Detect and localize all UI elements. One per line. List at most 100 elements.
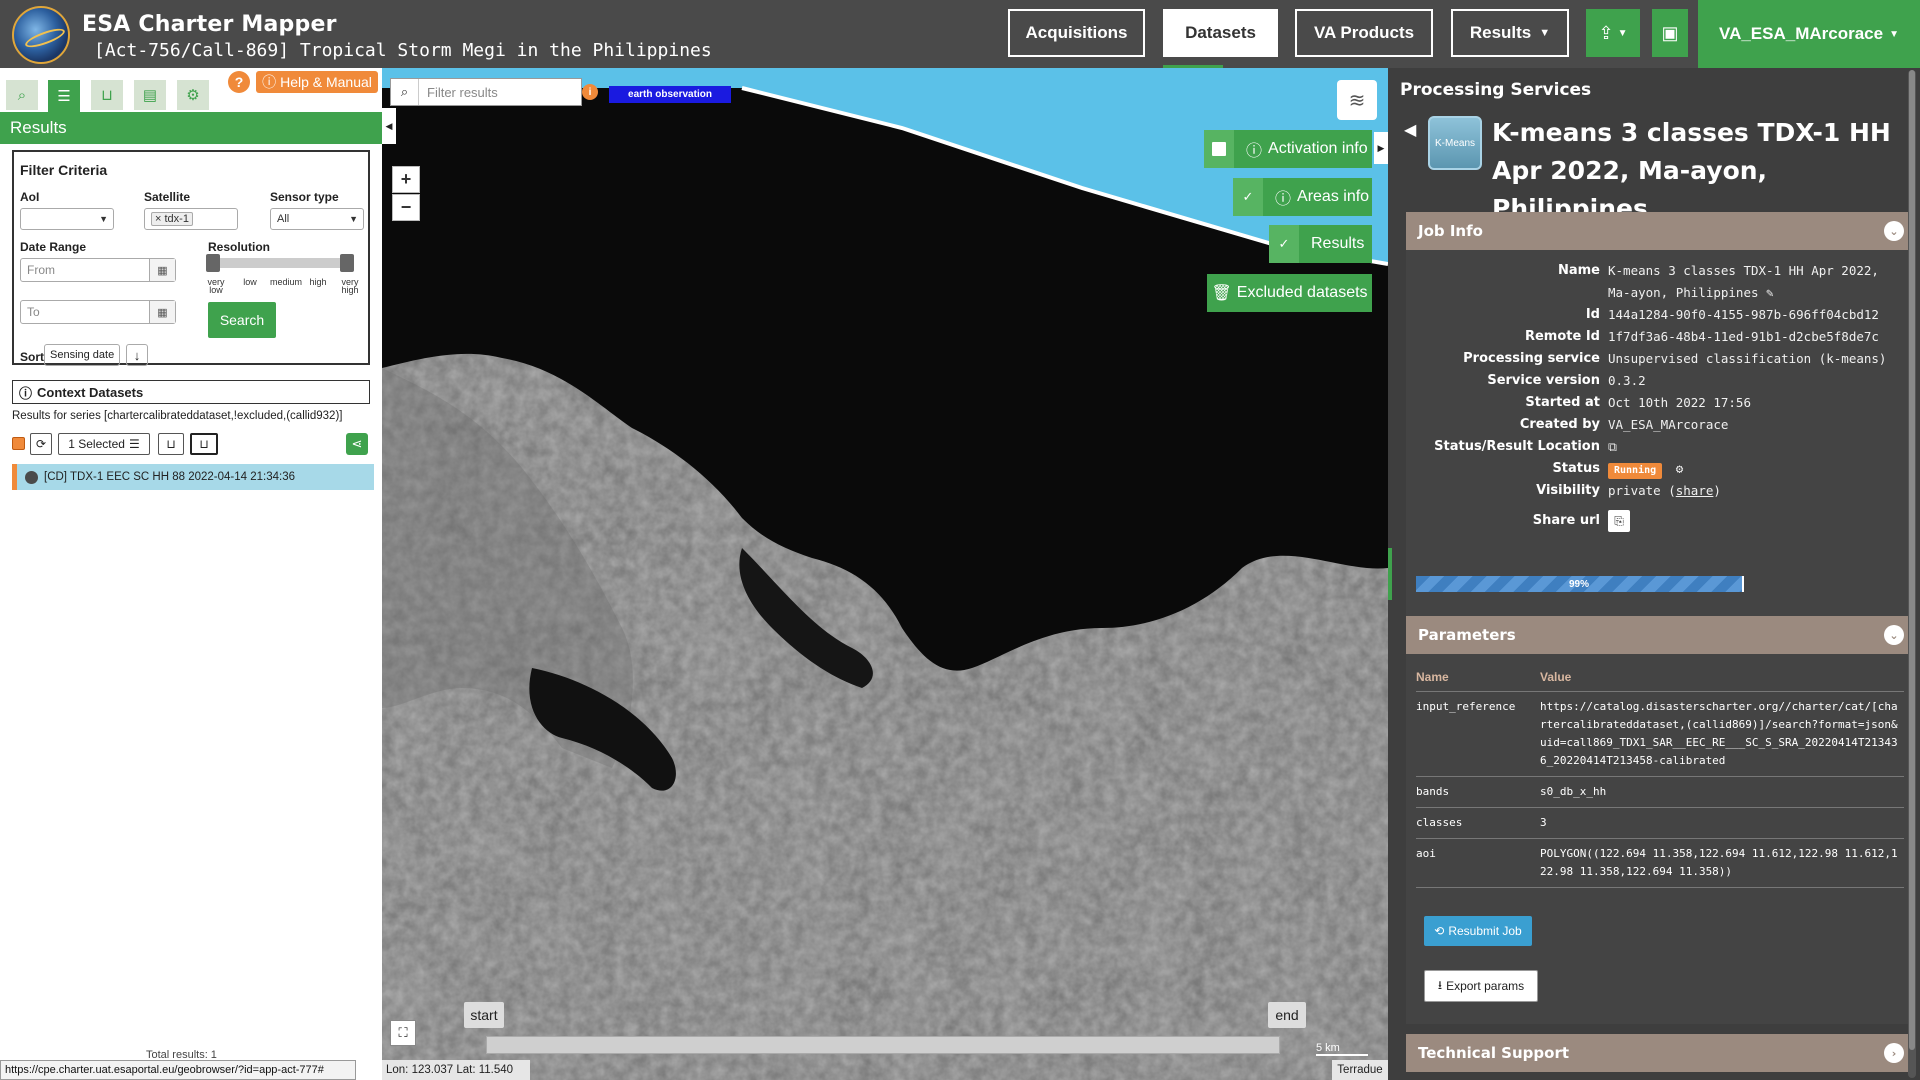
info-icon[interactable]: i — [582, 84, 598, 100]
nav-datasets[interactable]: Datasets — [1163, 9, 1278, 57]
activation-info-label: Activation info — [1268, 140, 1368, 157]
activation-info-checkbox[interactable] — [1204, 130, 1234, 168]
zoom-in-button[interactable]: + — [392, 166, 420, 193]
basket-button[interactable]: ⊔ — [190, 433, 218, 455]
resubmit-job-button[interactable]: ⟲ Resubmit Job — [1424, 916, 1532, 946]
status-bar-url: https://cpe.charter.uat.esaportal.eu/geo… — [0, 1060, 356, 1080]
timeline-start-button[interactable]: start — [464, 1002, 504, 1028]
timeline-bar[interactable] — [486, 1036, 1280, 1054]
basket-icon: ⊔ — [101, 87, 113, 104]
map-filter-input[interactable]: Filter results — [419, 85, 498, 100]
results-checkbox[interactable]: ✓ — [1269, 225, 1299, 263]
zoom-out-button[interactable]: − — [392, 194, 420, 221]
share-button[interactable]: ⋖ — [346, 433, 368, 455]
collapse-right-panel-button[interactable]: ▶ — [1374, 132, 1388, 164]
search-button[interactable]: Search — [208, 302, 276, 338]
sort-select[interactable]: Sensing date — [44, 344, 120, 366]
started-at-label: Started at — [1525, 395, 1600, 410]
share-link[interactable]: share — [1676, 483, 1714, 498]
back-caret-icon[interactable]: ◀ — [1404, 120, 1416, 140]
job-info-card: Job Info ⌄ Name K-means 3 classes TDX-1 … — [1406, 212, 1914, 664]
chevron-down-icon[interactable]: ⌄ — [1884, 221, 1904, 241]
name-label: Name — [1557, 263, 1600, 278]
esa-charter-logo[interactable] — [12, 6, 70, 64]
param-name: input_reference — [1416, 700, 1516, 713]
date-to-input[interactable]: To ▦ — [20, 300, 176, 324]
search-icon: ⌕ — [17, 86, 27, 104]
basket-tab[interactable]: ⊔ — [91, 80, 123, 110]
areas-info-checkbox[interactable]: ✓ — [1233, 178, 1263, 216]
list-item[interactable]: [CD] TDX-1 EEC SC HH 88 2022-04-14 21:34… — [12, 464, 374, 490]
help-manual-button[interactable]: ⓘ Help & Manual — [256, 71, 378, 93]
processing-service-label: Processing service — [1463, 351, 1600, 366]
resolution-slider-track[interactable] — [208, 258, 350, 268]
basket-add-icon: ⊔ — [166, 437, 176, 451]
kmeans-service-icon: K-Means — [1428, 116, 1482, 170]
satellite-select[interactable]: × tdx-1 — [144, 208, 238, 230]
technical-support-header[interactable]: Technical Support › — [1406, 1034, 1914, 1072]
job-info-header[interactable]: Job Info ⌄ — [1406, 212, 1914, 250]
archive-tab[interactable]: ▤ — [134, 80, 166, 110]
nav-acquisitions[interactable]: Acquisitions — [1008, 9, 1145, 57]
collapse-left-panel-button[interactable]: ◀ — [382, 108, 396, 144]
parameters-header[interactable]: Parameters ⌄ — [1406, 616, 1914, 654]
chevron-down-icon[interactable]: ⌄ — [1884, 625, 1904, 645]
sensor-type-select[interactable]: All ▼ — [270, 208, 364, 230]
panel-resize-handle[interactable] — [1388, 548, 1392, 600]
areas-info-toggle[interactable]: ✓ ⓘ Areas info — [1233, 178, 1372, 216]
parameters-table: Name Value input_reference https://catalo… — [1416, 664, 1904, 888]
export-params-button[interactable]: ⭳ Export params — [1424, 970, 1538, 1002]
timeline-end-button[interactable]: end — [1268, 1002, 1306, 1028]
briefcase-button[interactable]: ▣ — [1652, 9, 1688, 57]
context-datasets-header[interactable]: ⓘ Context Datasets — [12, 380, 370, 404]
upload-icon: ⇪ — [1598, 22, 1614, 43]
pencil-icon[interactable]: ✎ — [1766, 285, 1774, 300]
search-tab[interactable]: ⌕ — [6, 80, 38, 110]
select-all-checkbox[interactable] — [12, 437, 25, 450]
nav-va-products[interactable]: VA Products — [1295, 9, 1433, 57]
result-item-label: [CD] TDX-1 EEC SC HH 88 2022-04-14 21:34… — [44, 471, 295, 483]
external-link-icon[interactable]: ⧉ — [1608, 436, 1908, 458]
map-attribution[interactable]: Terradue — [1332, 1060, 1388, 1080]
gear-icon: ⚙ — [186, 87, 200, 104]
resolution-slider-min-handle[interactable] — [206, 254, 220, 272]
job-name-row: Name K-means 3 classes TDX-1 HH Apr 2022… — [1406, 260, 1914, 304]
processing-services-panel: Processing Services ◀ K-Means K-means 3 … — [1388, 68, 1920, 1080]
date-from-input[interactable]: From ▦ — [20, 258, 176, 282]
map-filter-search[interactable]: ⌕ Filter results — [390, 78, 582, 106]
fullscreen-button[interactable]: ⛶ — [390, 1020, 416, 1046]
gear-icon[interactable]: ⚙ — [1676, 461, 1684, 476]
created-by-value: VA_ESA_MArcorace — [1608, 417, 1729, 432]
help-question-button[interactable]: ? — [228, 71, 250, 93]
map-view[interactable]: ◀ ⌕ Filter results i earth observation +… — [382, 68, 1388, 1080]
selected-dropdown[interactable]: 1 Selected ☰ — [58, 433, 150, 455]
settings-tab[interactable]: ⚙ — [177, 80, 209, 110]
aoi-select[interactable]: ▼ — [20, 208, 114, 230]
satellite-chip[interactable]: × tdx-1 — [151, 212, 193, 226]
excluded-datasets-label: Excluded datasets — [1236, 284, 1368, 301]
results-toggle[interactable]: ✓ Results — [1269, 225, 1372, 263]
calendar-icon[interactable]: ▦ — [149, 301, 175, 323]
caret-left-icon: ◀ — [385, 120, 393, 131]
sort-direction-button[interactable]: ↓ — [126, 344, 148, 366]
calendar-icon[interactable]: ▦ — [149, 259, 175, 281]
help-manual-label: Help & Manual — [280, 74, 372, 90]
panel-scrollbar[interactable] — [1908, 70, 1916, 1078]
caret-right-icon: ▶ — [1377, 142, 1385, 153]
chevron-right-icon[interactable]: › — [1884, 1043, 1904, 1063]
parameters-title: Parameters — [1418, 626, 1516, 644]
copy-icon[interactable]: ⎘ — [1608, 510, 1630, 532]
chevron-down-icon: ▼ — [349, 214, 358, 224]
refresh-button[interactable]: ⟳ — [30, 433, 52, 455]
upload-dropdown-button[interactable]: ⇪ ▼ — [1586, 9, 1640, 57]
resolution-slider-max-handle[interactable] — [340, 254, 354, 272]
add-to-basket-button[interactable]: ⊔ — [158, 433, 184, 455]
layers-button[interactable]: ≋ — [1337, 80, 1377, 120]
user-menu[interactable]: VA_ESA_MArcorace ▼ — [1698, 0, 1920, 68]
service-version-value: 0.3.2 — [1608, 373, 1646, 388]
filter-title: Filter Criteria — [20, 162, 108, 178]
nav-results[interactable]: Results ▼ — [1451, 9, 1569, 57]
results-tab[interactable]: ☰ — [48, 80, 80, 112]
activation-info-toggle[interactable]: ⓘ Activation info — [1204, 130, 1372, 168]
excluded-datasets-button[interactable]: 🗑 Excluded datasets — [1207, 274, 1372, 312]
